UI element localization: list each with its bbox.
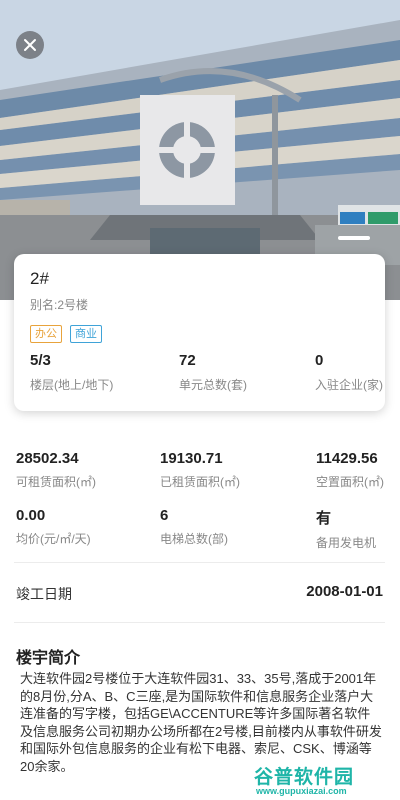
building-alias: 别名:2号楼 [30, 298, 89, 312]
stat-enterprises-label: 入驻企业(家) [315, 378, 383, 392]
metric-backup-generator-label: 备用发电机 [316, 536, 377, 550]
stat-enterprises-value: 0 [315, 352, 324, 369]
stat-floors-value: 5/3 [30, 352, 51, 369]
metric-vacant-area-label: 空置面积(㎡) [316, 475, 384, 489]
metric-rented-area-value: 19130.71 [160, 450, 223, 467]
stat-units-label: 单元总数(套) [179, 378, 247, 392]
close-button[interactable] [16, 31, 44, 59]
building-info-card: 2# 别名:2号楼 办公 商业 5/3 楼层(地上/地下) 72 单元总数(套)… [14, 254, 385, 411]
metric-avg-price-value: 0.00 [16, 507, 46, 524]
stat-floors: 5/3 楼层(地上/地下) [30, 352, 113, 393]
divider [14, 562, 385, 563]
metric-vacant-area-value: 11429.56 [316, 450, 378, 467]
stat-enterprises: 0 入驻企业(家) [315, 352, 383, 393]
intro-text: 大连软件园2号楼位于大连软件园31、33、35号,落成于2001年的8月份,分A… [20, 671, 382, 774]
completion-date-label: 竣工日期 [16, 586, 72, 602]
metric-rentable-area: 28502.34 可租赁面积(㎡) [16, 450, 96, 490]
watermark: 谷普软件园 www.gupuxiazai.com [254, 762, 394, 798]
tag-commerce: 商业 [70, 325, 102, 343]
metric-elevators-value: 6 [160, 507, 169, 524]
metric-backup-generator: 有 备用发电机 [316, 507, 376, 551]
completion-date-value: 2008-01-01 [306, 583, 383, 600]
metric-elevators: 6 电梯总数(部) [160, 507, 228, 547]
metric-rented-area: 19130.71 已租赁面积(㎡) [160, 450, 240, 490]
metric-backup-generator-value: 有 [316, 510, 332, 527]
stat-units: 72 单元总数(套) [179, 352, 247, 393]
building-tags: 办公 商业 [30, 325, 371, 343]
metric-rented-area-label: 已租赁面积(㎡) [160, 475, 240, 489]
stat-units-value: 72 [179, 352, 196, 369]
carousel-indicator [338, 236, 370, 240]
close-icon [24, 39, 36, 51]
watermark-logo: 谷普软件园 [254, 767, 355, 788]
intro-title: 楼宇简介 [16, 650, 81, 667]
stat-floors-label: 楼层(地上/地下) [30, 378, 114, 392]
metric-rentable-area-value: 28502.34 [16, 450, 79, 467]
metric-avg-price-label: 均价(元/㎡/天) [16, 532, 91, 546]
watermark-url: www.gupuxiazai.com [256, 786, 347, 796]
metric-vacant-area: 11429.56 空置面积(㎡) [316, 450, 384, 490]
divider [14, 622, 385, 623]
building-name: 2# [30, 269, 49, 288]
metric-rentable-area-label: 可租赁面积(㎡) [16, 475, 96, 489]
metric-avg-price: 0.00 均价(元/㎡/天) [16, 507, 91, 547]
tag-office: 办公 [30, 325, 62, 343]
metric-elevators-label: 电梯总数(部) [160, 532, 228, 546]
